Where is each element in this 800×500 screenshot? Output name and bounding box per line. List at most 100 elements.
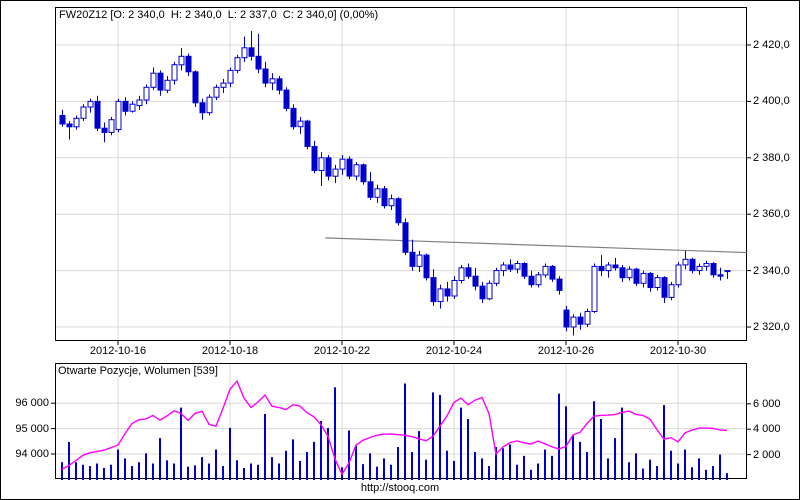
- candle-body: [122, 100, 129, 112]
- date-axis-label: 2012-10-18: [201, 345, 259, 357]
- candle-body: [717, 274, 724, 277]
- volume-bar: [215, 449, 217, 480]
- volume-bar: [474, 452, 476, 480]
- volume-bar: [446, 450, 448, 480]
- volume-bar: [124, 458, 126, 480]
- candle-body: [164, 79, 171, 91]
- candle-body: [227, 69, 234, 84]
- candle-body: [416, 254, 423, 267]
- volume-bar: [425, 459, 427, 480]
- candle-body: [185, 55, 192, 73]
- date-axis-label: 2012-10-16: [89, 345, 147, 357]
- volume-bar: [565, 406, 567, 480]
- date-axis-label: 2012-10-22: [313, 345, 371, 357]
- oi-axis-label: 94 000: [15, 448, 49, 460]
- candle-body: [647, 272, 654, 288]
- watermark-url: http://stooq.com: [360, 482, 440, 494]
- candle-body: [465, 267, 472, 277]
- volume-bar: [264, 413, 266, 480]
- candle-body: [654, 277, 661, 289]
- candle-body: [507, 264, 514, 270]
- candle-body: [514, 263, 521, 270]
- volume-bar: [677, 463, 679, 480]
- candle-body: [374, 188, 381, 198]
- candle-body: [115, 100, 122, 131]
- candle-body: [479, 285, 486, 300]
- volume-bar: [110, 464, 112, 480]
- volume-bar: [635, 453, 637, 480]
- volume-bar: [537, 463, 539, 480]
- candle-body: [444, 288, 451, 297]
- volume-bar: [271, 457, 273, 480]
- candle-body: [430, 277, 437, 303]
- volume-bar: [334, 387, 336, 480]
- volume-bar: [628, 462, 630, 480]
- candle-body: [157, 72, 164, 91]
- volume-bar: [516, 464, 518, 480]
- candle-body: [213, 86, 220, 98]
- candle-body: [234, 57, 241, 71]
- volume-bar: [691, 467, 693, 480]
- volume-bar: [670, 450, 672, 480]
- volume-bar: [173, 463, 175, 480]
- volume-bar: [117, 449, 119, 480]
- volume-bar: [257, 464, 259, 480]
- volume-bar: [719, 454, 721, 480]
- candle-body: [332, 168, 339, 177]
- candle-body: [682, 258, 689, 266]
- volume-bar: [698, 458, 700, 480]
- candle-body: [423, 254, 430, 279]
- candle-body: [696, 265, 703, 272]
- volume-bar: [453, 460, 455, 480]
- candle-body: [381, 188, 388, 207]
- price-axis-label: 2 360,0: [753, 208, 790, 220]
- volume-bar: [621, 407, 623, 480]
- candle-body: [290, 107, 297, 128]
- volume-bar: [145, 453, 147, 480]
- candle-body: [395, 198, 402, 224]
- volume-bar: [572, 435, 574, 480]
- volume-bar: [376, 466, 378, 480]
- price-axis-label: 2 340,0: [753, 265, 790, 277]
- volume-bar: [390, 464, 392, 480]
- volume-bar: [614, 438, 616, 480]
- candle-body: [710, 263, 717, 276]
- candle-body: [66, 123, 73, 128]
- candle-body: [437, 288, 444, 303]
- volume-bar: [75, 462, 77, 480]
- candle-body: [451, 280, 458, 297]
- volume-bar: [159, 438, 161, 480]
- candle-body: [521, 263, 528, 277]
- volume-bar: [187, 466, 189, 480]
- volume-bar: [551, 455, 553, 480]
- volume-bar: [663, 405, 665, 480]
- candle-body: [192, 71, 199, 104]
- candle-body: [402, 222, 409, 253]
- candle-body: [724, 270, 731, 273]
- date-axis-label: 2012-10-30: [649, 345, 707, 357]
- volume-bar: [544, 449, 546, 480]
- candle-body: [661, 277, 668, 298]
- volume-bar: [229, 427, 231, 480]
- volume-bar: [439, 394, 441, 480]
- candle-body: [591, 265, 598, 312]
- volume-bar: [502, 448, 504, 480]
- candle-body: [549, 265, 556, 280]
- candle-body: [640, 272, 647, 284]
- volume-axis-label: 6 000: [753, 398, 781, 410]
- candle-body: [346, 158, 353, 177]
- volume-bar: [712, 466, 714, 480]
- volume-bar: [411, 452, 413, 480]
- candle-body: [500, 264, 507, 272]
- candle-body: [199, 102, 206, 114]
- candle-body: [353, 164, 360, 177]
- volume-bar: [306, 452, 308, 480]
- volume-bar: [586, 452, 588, 480]
- candle-body: [143, 86, 150, 101]
- chart-title: FW20Z12 [O: 2 340,0 H: 2 340,0 L: 2 337,…: [59, 9, 382, 21]
- price-axis-label: 2 380,0: [753, 152, 790, 164]
- volume-bar: [285, 450, 287, 480]
- volume-bar: [383, 458, 385, 480]
- candle-body: [73, 117, 80, 128]
- volume-bar: [369, 453, 371, 480]
